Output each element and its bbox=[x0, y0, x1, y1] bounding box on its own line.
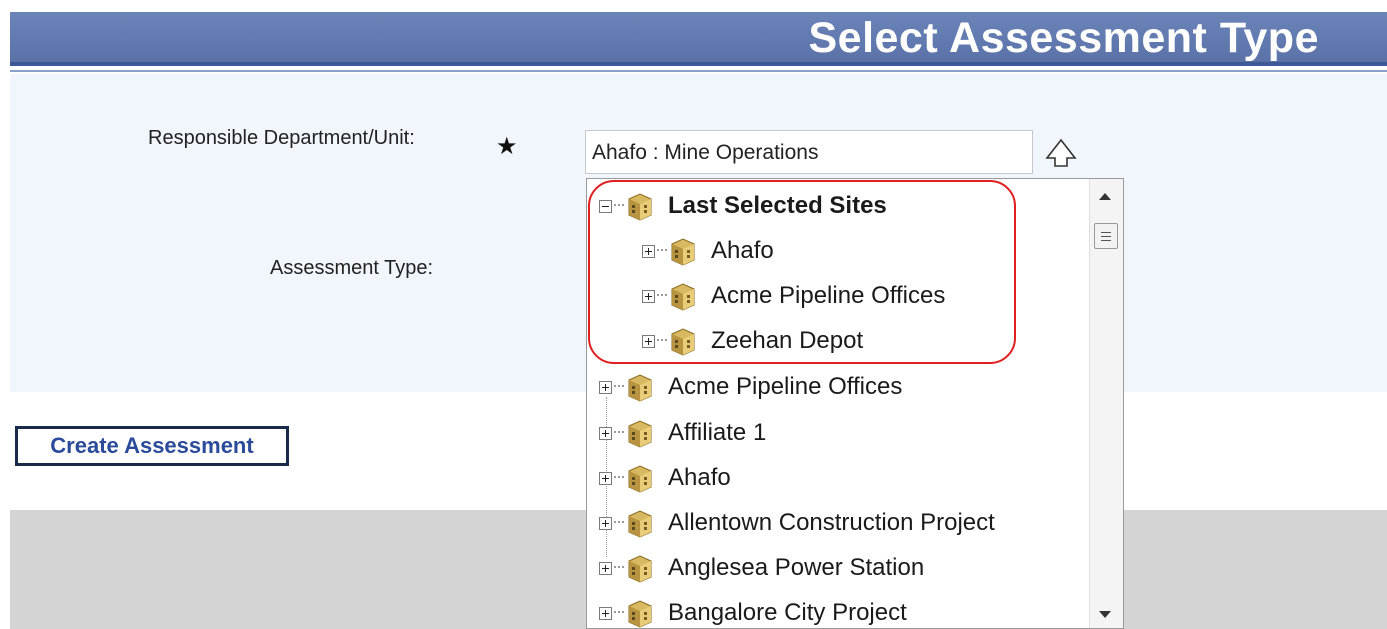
tree-node-last-selected[interactable]: Last Selected Sites bbox=[599, 187, 887, 225]
building-icon bbox=[628, 420, 652, 448]
tree-node-site[interactable]: Ahafo bbox=[599, 459, 731, 497]
tree-dots bbox=[614, 476, 624, 480]
tree-node-child[interactable]: Zeehan Depot bbox=[642, 322, 863, 360]
tree-node-site[interactable]: Allentown Construction Project bbox=[599, 504, 995, 542]
scroll-down-arrow-icon[interactable] bbox=[1099, 611, 1111, 618]
tree-dots bbox=[614, 566, 624, 570]
expand-plus-icon[interactable] bbox=[642, 244, 655, 258]
expand-plus-icon[interactable] bbox=[599, 606, 612, 620]
building-icon bbox=[628, 465, 652, 493]
page-title: Select Assessment Type bbox=[808, 14, 1319, 62]
tree-node-label: Affiliate 1 bbox=[668, 419, 767, 446]
site-tree-dropdown[interactable]: Last Selected Sites Ahafo Acme Pipeline … bbox=[586, 178, 1124, 629]
building-icon bbox=[628, 193, 652, 221]
scroll-up-arrow-icon[interactable] bbox=[1099, 193, 1111, 200]
tree-dots bbox=[614, 204, 624, 208]
expand-plus-icon[interactable] bbox=[642, 289, 655, 303]
tree-node-site[interactable]: Affiliate 1 bbox=[599, 414, 766, 452]
grip-line bbox=[1101, 240, 1111, 241]
tree-dots bbox=[614, 431, 624, 435]
tree-node-label: Bangalore City Project bbox=[668, 599, 907, 626]
tree-node-child[interactable]: Acme Pipeline Offices bbox=[642, 277, 945, 315]
tree-node-site[interactable]: Anglesea Power Station bbox=[599, 549, 924, 587]
tree-node-label: Ahafo bbox=[711, 237, 774, 264]
collapse-minus-icon[interactable] bbox=[599, 199, 612, 213]
expand-plus-icon[interactable] bbox=[599, 561, 612, 575]
site-tree: Last Selected Sites Ahafo Acme Pipeline … bbox=[587, 179, 1092, 628]
building-icon bbox=[628, 555, 652, 583]
building-icon bbox=[671, 238, 695, 266]
building-icon bbox=[671, 328, 695, 356]
tree-node-label: Ahafo bbox=[668, 464, 731, 491]
tree-node-child[interactable]: Ahafo bbox=[642, 232, 774, 270]
tree-dots bbox=[614, 611, 624, 615]
tree-node-site[interactable]: Acme Pipeline Offices bbox=[599, 368, 902, 406]
tree-dots bbox=[614, 521, 624, 525]
tree-node-label: Last Selected Sites bbox=[668, 192, 887, 219]
building-icon bbox=[628, 510, 652, 538]
tree-node-label: Acme Pipeline Offices bbox=[711, 282, 946, 309]
tree-dots bbox=[614, 385, 624, 389]
tree-dots bbox=[657, 249, 667, 253]
create-assessment-button[interactable]: Create Assessment bbox=[15, 426, 289, 466]
tree-dots bbox=[657, 339, 667, 343]
expand-plus-icon[interactable] bbox=[599, 516, 612, 530]
grip-line bbox=[1101, 232, 1111, 233]
tree-node-site[interactable]: Bangalore City Project bbox=[599, 594, 907, 628]
assessment-window: Select Assessment Type Responsible Depar… bbox=[0, 0, 1387, 629]
building-icon bbox=[671, 283, 695, 311]
expand-plus-icon[interactable] bbox=[599, 471, 612, 485]
up-arrow-icon bbox=[1045, 138, 1077, 167]
grip-line bbox=[1101, 236, 1111, 237]
required-marker: ★ bbox=[496, 133, 518, 160]
dropdown-scrollbar[interactable] bbox=[1089, 179, 1123, 628]
expand-plus-icon[interactable] bbox=[599, 380, 612, 394]
dept-combobox-input[interactable]: Ahafo : Mine Operations bbox=[585, 130, 1033, 174]
expand-plus-icon[interactable] bbox=[642, 334, 655, 348]
scroll-thumb[interactable] bbox=[1094, 223, 1118, 249]
building-icon bbox=[628, 600, 652, 628]
collapse-dropdown-button[interactable] bbox=[1044, 136, 1078, 172]
assessment-type-label: Assessment Type: bbox=[270, 257, 434, 279]
expand-plus-icon[interactable] bbox=[599, 426, 612, 440]
tree-node-label: Allentown Construction Project bbox=[668, 509, 995, 536]
tree-node-label: Acme Pipeline Offices bbox=[668, 373, 903, 400]
dept-label: Responsible Department/Unit: bbox=[148, 127, 415, 149]
tree-node-label: Anglesea Power Station bbox=[668, 554, 925, 581]
header-divider bbox=[10, 70, 1387, 72]
tree-node-label: Zeehan Depot bbox=[711, 327, 864, 354]
building-icon bbox=[628, 374, 652, 402]
tree-dots bbox=[657, 294, 667, 298]
title-bar: Select Assessment Type bbox=[10, 12, 1387, 66]
